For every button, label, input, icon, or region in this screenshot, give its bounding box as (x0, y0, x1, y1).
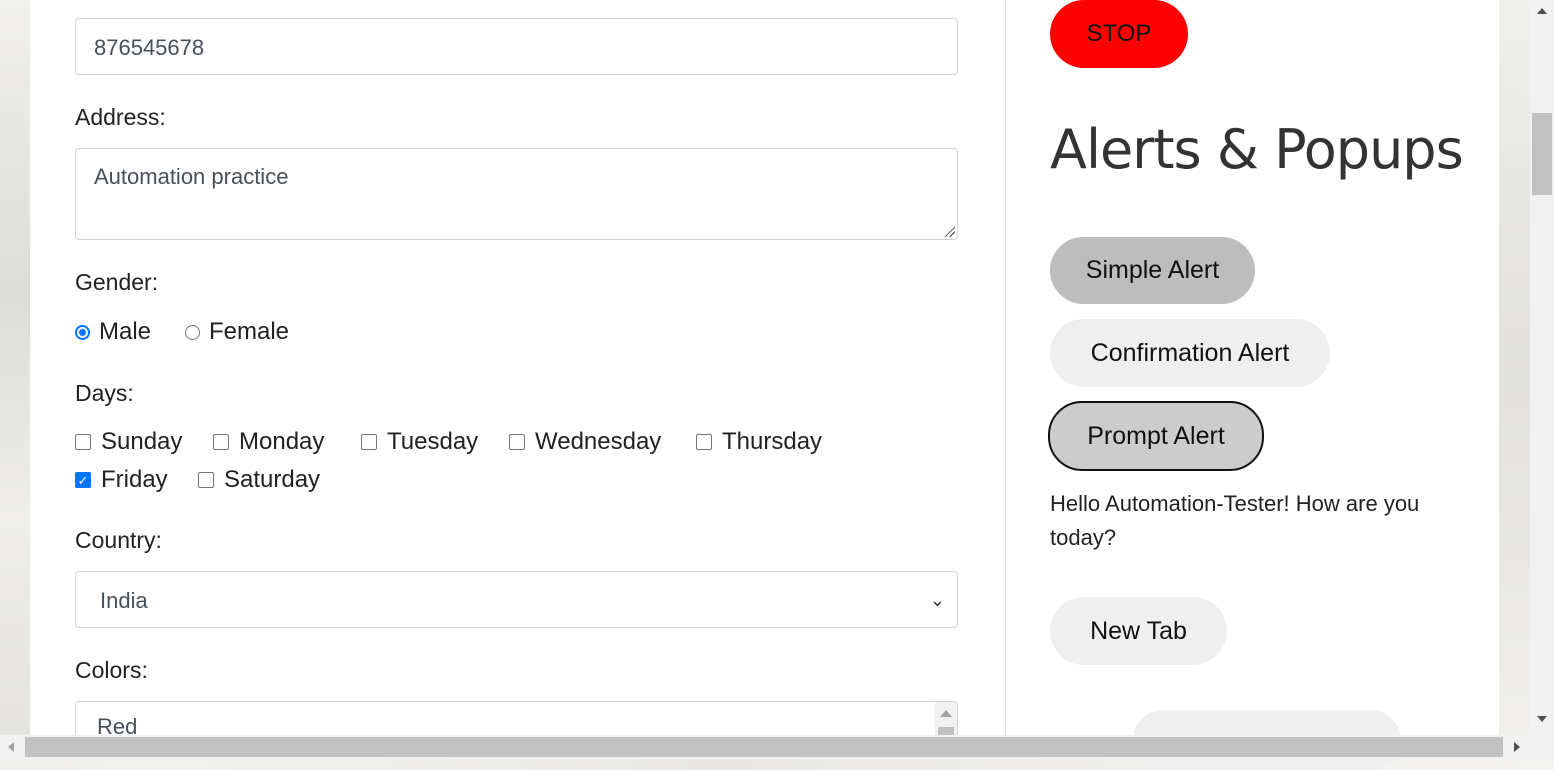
gender-option-male[interactable]: Male (75, 318, 151, 346)
confirmation-alert-button[interactable]: Confirmation Alert (1050, 319, 1330, 387)
resize-grip-icon[interactable] (943, 225, 955, 237)
days-label: Days: (75, 380, 134, 406)
scroll-right-icon[interactable] (1514, 742, 1520, 752)
page-content: 876545678 Address: Automation practice G… (30, 0, 1499, 770)
checkbox-tuesday[interactable] (361, 434, 377, 450)
stop-button[interactable]: STOP (1050, 0, 1188, 68)
country-label: Country: (75, 527, 162, 553)
vertical-scrollbar[interactable] (1530, 0, 1554, 735)
checkbox-saturday[interactable] (198, 472, 214, 488)
gender-option-female[interactable]: Female (185, 318, 289, 346)
checkbox-monday[interactable] (213, 434, 229, 450)
address-textarea[interactable]: Automation practice (75, 148, 958, 240)
scroll-left-icon[interactable] (8, 742, 14, 752)
new-tab-button[interactable]: New Tab (1050, 597, 1227, 665)
page-background-left (0, 0, 30, 735)
page-background-right (1499, 0, 1530, 735)
alerts-heading: Alerts & Popups (1050, 118, 1464, 181)
gender-option-label: Male (99, 318, 152, 345)
checkbox-friday[interactable]: ✓ (75, 472, 91, 488)
radio-female[interactable] (185, 324, 200, 340)
day-friday[interactable]: ✓ Friday (75, 466, 168, 494)
day-wednesday[interactable]: Wednesday (509, 428, 661, 456)
colors-label: Colors: (75, 657, 148, 683)
gender-option-label: Female (209, 318, 290, 345)
day-saturday[interactable]: Saturday (198, 466, 320, 494)
chevron-down-icon: ⌄ (929, 590, 945, 610)
day-label: Monday (239, 428, 325, 455)
day-label: Thursday (722, 428, 823, 455)
column-divider (1005, 0, 1006, 735)
checkmark-icon: ✓ (77, 472, 89, 488)
scroll-up-icon[interactable] (940, 710, 952, 717)
day-label: Tuesday (387, 428, 479, 455)
radio-male[interactable] (75, 324, 90, 340)
prompt-alert-button[interactable]: Prompt Alert (1048, 401, 1264, 471)
scroll-down-icon[interactable] (1537, 716, 1547, 722)
day-label: Saturday (224, 466, 321, 493)
prompt-result-text: Hello Automation-Tester! How are you tod… (1050, 491, 1420, 550)
day-label: Friday (101, 466, 168, 493)
simple-alert-button[interactable]: Simple Alert (1050, 237, 1255, 304)
phone-input[interactable]: 876545678 (75, 18, 958, 75)
gender-label: Gender: (75, 269, 159, 295)
horizontal-scrollbar[interactable] (0, 735, 1554, 759)
scroll-up-icon[interactable] (1537, 8, 1547, 14)
checkbox-thursday[interactable] (696, 434, 712, 450)
day-thursday[interactable]: Thursday (696, 428, 822, 456)
address-label: Address: (75, 104, 166, 130)
day-label: Sunday (101, 428, 183, 455)
day-sunday[interactable]: Sunday (75, 428, 182, 456)
country-value: India (100, 588, 148, 613)
address-value: Automation practice (94, 164, 289, 189)
horizontal-scroll-thumb[interactable] (25, 737, 1503, 757)
checkbox-sunday[interactable] (75, 434, 91, 450)
day-tuesday[interactable]: Tuesday (361, 428, 478, 456)
day-label: Wednesday (535, 428, 662, 455)
country-select[interactable]: India ⌄ (75, 571, 958, 628)
vertical-scroll-thumb[interactable] (1532, 113, 1552, 195)
day-monday[interactable]: Monday (213, 428, 324, 456)
checkbox-wednesday[interactable] (509, 434, 525, 450)
